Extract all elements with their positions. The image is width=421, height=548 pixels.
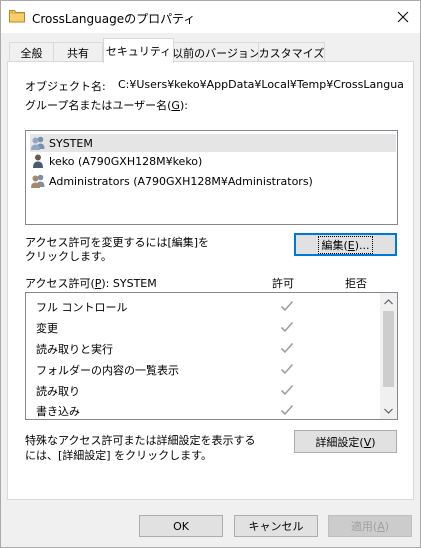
permission-name: 読み取りと実行 bbox=[36, 343, 113, 356]
tab-previous-versions[interactable]: 以前のバージョン bbox=[172, 42, 260, 62]
cancel-button[interactable]: キャンセル bbox=[234, 515, 318, 537]
close-button[interactable] bbox=[386, 1, 420, 32]
list-item-administrators[interactable]: Administrators (A790GXH128M¥Administrato… bbox=[30, 172, 396, 190]
permission-row: 読み取りと実行 bbox=[36, 339, 376, 359]
scroll-up-button[interactable] bbox=[380, 293, 397, 310]
advanced-button[interactable]: 詳細設定(V) bbox=[294, 430, 397, 453]
tab-label: 全般 bbox=[20, 46, 43, 60]
ok-button[interactable]: OK bbox=[139, 515, 223, 537]
window-title: CrossLanguageのプロパティ bbox=[32, 12, 196, 26]
allow-check-icon bbox=[280, 342, 294, 354]
user-name: SYSTEM bbox=[49, 136, 93, 150]
close-icon bbox=[397, 11, 409, 22]
allow-column-header: 許可 bbox=[272, 277, 294, 290]
permission-row: 書き込み bbox=[36, 401, 376, 421]
user-list[interactable]: SYSTEM keko (A790GXH128M¥keko) Administr… bbox=[25, 130, 398, 225]
allow-check-icon bbox=[280, 300, 294, 312]
object-name-value: C:¥Users¥keko¥AppData¥Local¥Temp¥CrossLa… bbox=[118, 78, 404, 91]
user-name: keko (A790GXH128M¥keko) bbox=[49, 154, 203, 168]
title-bar: CrossLanguageのプロパティ bbox=[1, 1, 420, 33]
permission-row: フォルダーの内容の一覧表示 bbox=[36, 360, 376, 380]
permission-name: 変更 bbox=[36, 322, 58, 335]
permission-row: 変更 bbox=[36, 318, 376, 338]
properties-dialog: CrossLanguageのプロパティ 全般 共有 セキュリティ 以前のバージョ… bbox=[0, 0, 421, 548]
security-panel: オブジェクト名: C:¥Users¥keko¥AppData¥Local¥Tem… bbox=[7, 61, 414, 500]
list-item-keko[interactable]: keko (A790GXH128M¥keko) bbox=[30, 152, 396, 170]
tab-general[interactable]: 全般 bbox=[9, 42, 54, 62]
scroll-down-button[interactable] bbox=[380, 402, 397, 419]
ok-button-label: OK bbox=[173, 519, 189, 533]
permission-row: 読み取り bbox=[36, 381, 376, 401]
tab-label: 以前のバージョン bbox=[172, 46, 260, 60]
apply-button[interactable]: 適用(A) bbox=[328, 515, 412, 537]
chevron-up-icon bbox=[384, 298, 393, 304]
permissions-scrollbar[interactable] bbox=[380, 293, 397, 419]
tab-customize[interactable]: カスタマイズ bbox=[258, 42, 325, 62]
permission-name: フォルダーの内容の一覧表示 bbox=[36, 364, 179, 377]
deny-column-header: 拒否 bbox=[345, 277, 367, 290]
tab-label: 共有 bbox=[67, 46, 89, 60]
apply-button-label: 適用(A) bbox=[350, 520, 390, 533]
change-permissions-text-2: クリックします。 bbox=[25, 250, 112, 263]
allow-check-icon bbox=[280, 384, 294, 396]
permission-name: 書き込み bbox=[36, 405, 80, 418]
list-item-system[interactable]: SYSTEM bbox=[30, 134, 396, 152]
tab-strip: 全般 共有 セキュリティ 以前のバージョン カスタマイズ bbox=[7, 38, 415, 63]
edit-button-label: 編集(E)... bbox=[318, 235, 373, 254]
advanced-button-label: 詳細設定(V) bbox=[315, 435, 376, 449]
permission-row: フル コントロール bbox=[36, 297, 376, 317]
permissions-header: アクセス許可(P): SYSTEM bbox=[25, 277, 157, 290]
tab-label: セキュリティ bbox=[105, 45, 172, 58]
group-users-icon bbox=[31, 136, 45, 150]
allow-check-icon bbox=[280, 363, 294, 375]
object-name-label: オブジェクト名: bbox=[25, 80, 106, 93]
advanced-settings-text-2: には、[詳細設定] をクリックします。 bbox=[25, 449, 212, 462]
edit-button[interactable]: 編集(E)... bbox=[294, 233, 397, 256]
single-user-icon bbox=[33, 154, 43, 168]
group-users-icon bbox=[31, 174, 45, 188]
permissions-list[interactable]: フル コントロール 変更 読み取りと実行 フォルダーの内容の一覧表示 読み取り … bbox=[25, 292, 398, 420]
advanced-settings-text: 特殊なアクセス許可または詳細設定を表示する bbox=[25, 434, 256, 447]
permission-name: 読み取り bbox=[36, 385, 80, 398]
chevron-down-icon bbox=[384, 408, 393, 414]
cancel-button-label: キャンセル bbox=[248, 520, 304, 533]
tab-security[interactable]: セキュリティ bbox=[103, 38, 174, 63]
user-name: Administrators (A790GXH128M¥Administrato… bbox=[49, 174, 313, 188]
permission-name: フル コントロール bbox=[36, 301, 128, 314]
tab-label: カスタマイズ bbox=[258, 46, 325, 60]
allow-check-icon bbox=[280, 404, 294, 416]
tab-sharing[interactable]: 共有 bbox=[53, 42, 103, 62]
allow-check-icon bbox=[280, 321, 294, 333]
folder-icon bbox=[9, 10, 25, 23]
group-user-label: グループ名またはユーザー名(G): bbox=[25, 99, 188, 112]
scroll-thumb[interactable] bbox=[383, 311, 394, 387]
